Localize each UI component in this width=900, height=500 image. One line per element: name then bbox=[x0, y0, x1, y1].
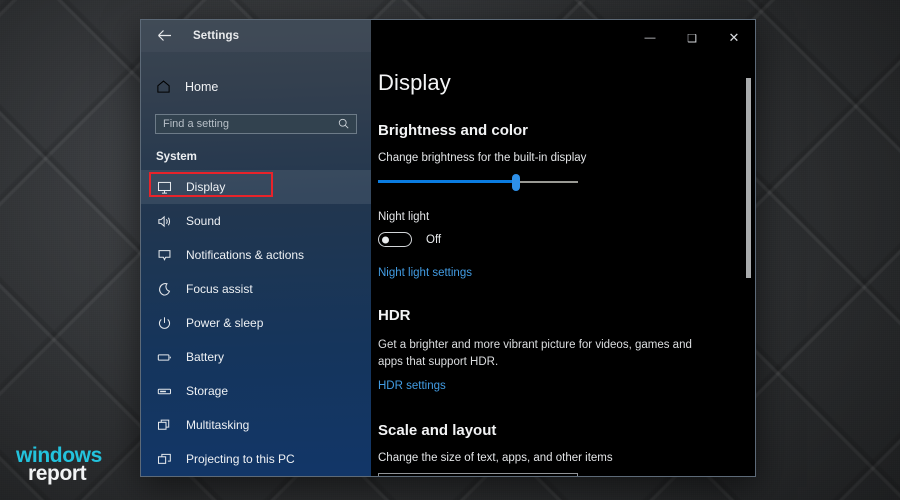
close-button[interactable]: ✕ bbox=[713, 20, 755, 56]
brightness-slider[interactable] bbox=[378, 173, 578, 191]
settings-window: Settings Home System bbox=[140, 19, 756, 477]
sidebar-item-multitasking[interactable]: Multitasking bbox=[141, 408, 371, 442]
window-controls: — ❑ ✕ bbox=[371, 20, 755, 56]
content-scrollbar[interactable] bbox=[746, 58, 751, 472]
sidebar-item-focus-assist[interactable]: Focus assist bbox=[141, 272, 371, 306]
hdr-description: Get a brighter and more vibrant picture … bbox=[378, 339, 692, 368]
sidebar-item-notifications[interactable]: Notifications & actions bbox=[141, 238, 371, 272]
scale-dropdown[interactable]: 100% (Recommended) bbox=[378, 473, 578, 476]
night-light-settings-link[interactable]: Night light settings bbox=[378, 267, 472, 279]
night-light-toggle[interactable] bbox=[378, 232, 412, 247]
sidebar-item-projecting[interactable]: Projecting to this PC bbox=[141, 442, 371, 476]
night-light-label: Night light bbox=[378, 211, 430, 223]
sidebar-item-sound[interactable]: Sound bbox=[141, 204, 371, 238]
sidebar-item-storage-label: Storage bbox=[186, 384, 229, 398]
power-icon bbox=[156, 315, 172, 331]
night-light-row: Off bbox=[378, 232, 729, 247]
nav-section-title: System bbox=[156, 151, 197, 163]
watermark-line-2: report bbox=[28, 462, 87, 486]
brightness-slider-thumb[interactable] bbox=[512, 174, 520, 191]
hdr-group-title: HDR bbox=[378, 307, 411, 324]
scrollbar-thumb[interactable] bbox=[746, 78, 751, 278]
windows-report-watermark: windows report bbox=[16, 445, 102, 486]
home-icon bbox=[156, 79, 171, 94]
content-pane: — ❑ ✕ Display Brightness and color Chang… bbox=[371, 20, 755, 476]
brightness-group-title: Brightness and color bbox=[378, 122, 529, 139]
brightness-slider-fill bbox=[378, 180, 516, 183]
storage-icon bbox=[156, 383, 172, 399]
sidebar-item-battery[interactable]: Battery bbox=[141, 340, 371, 374]
sidebar-item-storage[interactable]: Storage bbox=[141, 374, 371, 408]
sidebar-item-display[interactable]: Display bbox=[141, 170, 371, 204]
search-box[interactable] bbox=[155, 113, 357, 134]
settings-title-bar: Settings bbox=[141, 20, 371, 52]
nav-item-home-label: Home bbox=[185, 79, 219, 94]
multitasking-icon bbox=[156, 417, 172, 433]
hdr-settings-link[interactable]: HDR settings bbox=[378, 380, 446, 392]
projecting-icon bbox=[156, 451, 172, 467]
sidebar-item-projecting-label: Projecting to this PC bbox=[186, 452, 295, 466]
back-arrow-icon[interactable] bbox=[153, 25, 175, 47]
page-title: Display bbox=[378, 70, 451, 95]
app-title: Settings bbox=[193, 29, 240, 42]
minimize-button[interactable]: — bbox=[629, 20, 671, 56]
section-hdr: HDR Get a brighter and more vibrant pict… bbox=[378, 307, 729, 394]
night-light-state: Off bbox=[426, 233, 442, 246]
sidebar-item-multitasking-label: Multitasking bbox=[186, 418, 250, 432]
navigation-pane: Settings Home System bbox=[141, 20, 371, 476]
sidebar-item-display-label: Display bbox=[186, 180, 226, 194]
sidebar-item-power-sleep-label: Power & sleep bbox=[186, 316, 264, 330]
desktop-background: Settings Home System bbox=[0, 0, 900, 500]
search-icon bbox=[338, 118, 349, 129]
speaker-icon bbox=[156, 213, 172, 229]
sidebar-item-sound-label: Sound bbox=[186, 214, 221, 228]
moon-icon bbox=[156, 281, 172, 297]
search-input[interactable] bbox=[163, 117, 334, 130]
maximize-button[interactable]: ❑ bbox=[671, 20, 713, 56]
nav-list: Display Sound Notifications & actions Fo… bbox=[141, 170, 371, 476]
nav-item-home[interactable]: Home bbox=[141, 72, 371, 102]
sidebar-item-power-sleep[interactable]: Power & sleep bbox=[141, 306, 371, 340]
brightness-slider-label: Change brightness for the built-in displ… bbox=[378, 152, 587, 164]
scale-group-title: Scale and layout bbox=[378, 422, 497, 440]
sidebar-item-battery-label: Battery bbox=[186, 350, 225, 364]
sidebar-item-notifications-label: Notifications & actions bbox=[186, 248, 305, 262]
monitor-icon bbox=[156, 179, 172, 195]
battery-icon bbox=[156, 349, 172, 365]
scale-field-label: Change the size of text, apps, and other… bbox=[378, 452, 613, 465]
section-scale-and-layout: Scale and layout Change the size of text… bbox=[378, 422, 729, 476]
section-brightness-and-color: Brightness and color Change brightness f… bbox=[378, 122, 729, 281]
content-scroll-area: Display Brightness and color Change brig… bbox=[371, 56, 755, 476]
notification-icon bbox=[156, 247, 172, 263]
sidebar-item-focus-assist-label: Focus assist bbox=[186, 282, 253, 296]
